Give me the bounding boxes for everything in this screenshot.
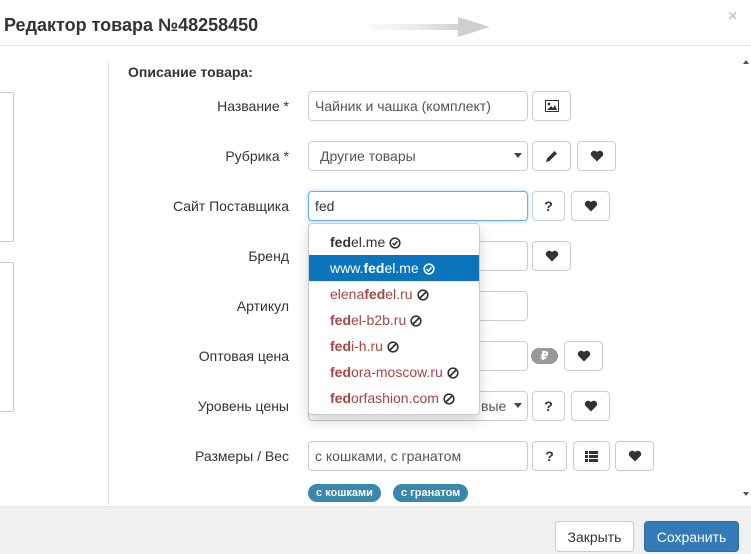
- close-button[interactable]: Закрыть: [555, 521, 634, 552]
- scroll-down-icon[interactable]: [743, 492, 749, 496]
- sku-label: Артикул: [236, 298, 289, 314]
- heart-icon: [584, 400, 597, 412]
- section-title: Описание товара:: [128, 64, 253, 80]
- size-tag[interactable]: с кошками: [308, 484, 381, 502]
- supplier-site-label: Сайт Поставщика: [172, 198, 289, 214]
- caret-down-icon: [514, 153, 522, 158]
- category-select[interactable]: Другие товары: [308, 141, 528, 171]
- sizes-label: Размеры / Вес: [195, 448, 289, 464]
- favorite-category-button[interactable]: [577, 141, 616, 171]
- suggestion-match: fed: [330, 312, 351, 328]
- favorite-brand-button[interactable]: [532, 241, 571, 271]
- heart-icon: [545, 250, 558, 262]
- image-icon: [544, 100, 559, 112]
- caret-down-icon: [514, 403, 522, 408]
- product-editor-modal: Редактор товара №48258450 × Описание тов…: [0, 0, 751, 554]
- left-panel-box: [0, 92, 14, 242]
- ban-icon: [447, 367, 459, 379]
- suggestion-prefix: www.: [330, 260, 364, 276]
- suggestion-item[interactable]: fedi-h.ru: [309, 333, 479, 359]
- arrow-right-icon: [370, 17, 490, 37]
- modal-footer: Закрыть Сохранить: [0, 506, 751, 554]
- category-label: Рубрика *: [225, 148, 289, 164]
- check-circle-icon: [423, 263, 435, 275]
- suggestion-prefix: elena: [330, 286, 365, 302]
- category-value: Другие товары: [320, 148, 416, 164]
- scroll-up-icon[interactable]: [743, 60, 749, 64]
- list-icon: [585, 450, 598, 462]
- suggestion-match: fed: [363, 260, 385, 276]
- suggestion-rest: el.ru: [385, 286, 413, 302]
- ban-icon: [416, 289, 429, 301]
- suggestion-match: fed: [330, 390, 351, 406]
- ban-icon: [443, 393, 455, 405]
- heart-icon: [628, 450, 641, 462]
- heart-icon: [590, 150, 603, 162]
- size-tag[interactable]: с гранатом: [393, 484, 469, 502]
- image-button[interactable]: [532, 91, 571, 121]
- favorite-price-level-button[interactable]: [571, 391, 610, 421]
- suggestion-rest: ora-moscow.ru: [351, 364, 443, 380]
- modal-title: Редактор товара №48258450: [4, 15, 259, 35]
- price-level-label: Уровень цены: [197, 398, 289, 414]
- ban-icon: [410, 315, 422, 327]
- favorite-price-button[interactable]: [564, 341, 603, 371]
- favorite-supplier-button[interactable]: [571, 191, 610, 221]
- scrollbar[interactable]: [741, 46, 751, 506]
- sizes-help-button[interactable]: ?: [532, 441, 567, 471]
- suggestion-item[interactable]: elenafedel.ru: [309, 281, 479, 307]
- suggestion-item[interactable]: fedora-moscow.ru: [309, 359, 479, 385]
- pencil-icon: [546, 150, 557, 162]
- suggestion-item[interactable]: www.fedel.me: [309, 255, 479, 281]
- price-level-help-button[interactable]: ?: [532, 391, 565, 421]
- suggestion-rest: el.me: [351, 234, 386, 250]
- suggestion-match: fed: [330, 234, 351, 250]
- suggestion-match: fed: [330, 338, 351, 354]
- heart-icon: [584, 200, 597, 212]
- supplier-autocomplete-dropdown: fedel.me www.fedel.me elenafedel.ru fedel-b…: [308, 223, 480, 415]
- suggestion-item[interactable]: fedel.me: [309, 229, 479, 255]
- suggestion-item[interactable]: fedel-b2b.ru: [309, 307, 479, 333]
- favorite-sizes-button[interactable]: [615, 441, 654, 471]
- sizes-list-button[interactable]: [573, 441, 610, 471]
- edit-category-button[interactable]: [532, 141, 571, 171]
- ruble-badge: ₽: [531, 348, 558, 364]
- left-panel-box: [0, 262, 14, 412]
- suggestion-match: fed: [364, 286, 386, 302]
- heart-icon: [577, 350, 590, 362]
- save-button[interactable]: Сохранить: [644, 521, 739, 552]
- help-button[interactable]: ?: [532, 191, 565, 221]
- suggestion-item[interactable]: fedorfashion.com: [309, 385, 479, 411]
- suggestion-match: fed: [330, 364, 351, 380]
- price-level-value: вые: [481, 398, 507, 414]
- suggestion-rest: el.me: [384, 260, 419, 276]
- close-icon[interactable]: ×: [728, 8, 737, 26]
- suggestion-rest: orfashion.com: [351, 390, 439, 406]
- suggestion-rest: i-h.ru: [351, 338, 383, 354]
- brand-label: Бренд: [248, 248, 289, 264]
- sizes-input[interactable]: с кошками, с гранатом: [308, 441, 528, 471]
- column-divider: [108, 60, 109, 505]
- check-circle-icon: [389, 237, 401, 249]
- ban-icon: [387, 341, 399, 353]
- suggestion-rest: el-b2b.ru: [351, 312, 407, 328]
- name-input[interactable]: Чайник и чашка (комплект): [308, 91, 528, 121]
- modal-header: Редактор товара №48258450 ×: [0, 0, 751, 46]
- name-label: Название *: [217, 98, 289, 114]
- supplier-site-input[interactable]: fed: [308, 191, 528, 221]
- wholesale-price-label: Оптовая цена: [198, 348, 289, 364]
